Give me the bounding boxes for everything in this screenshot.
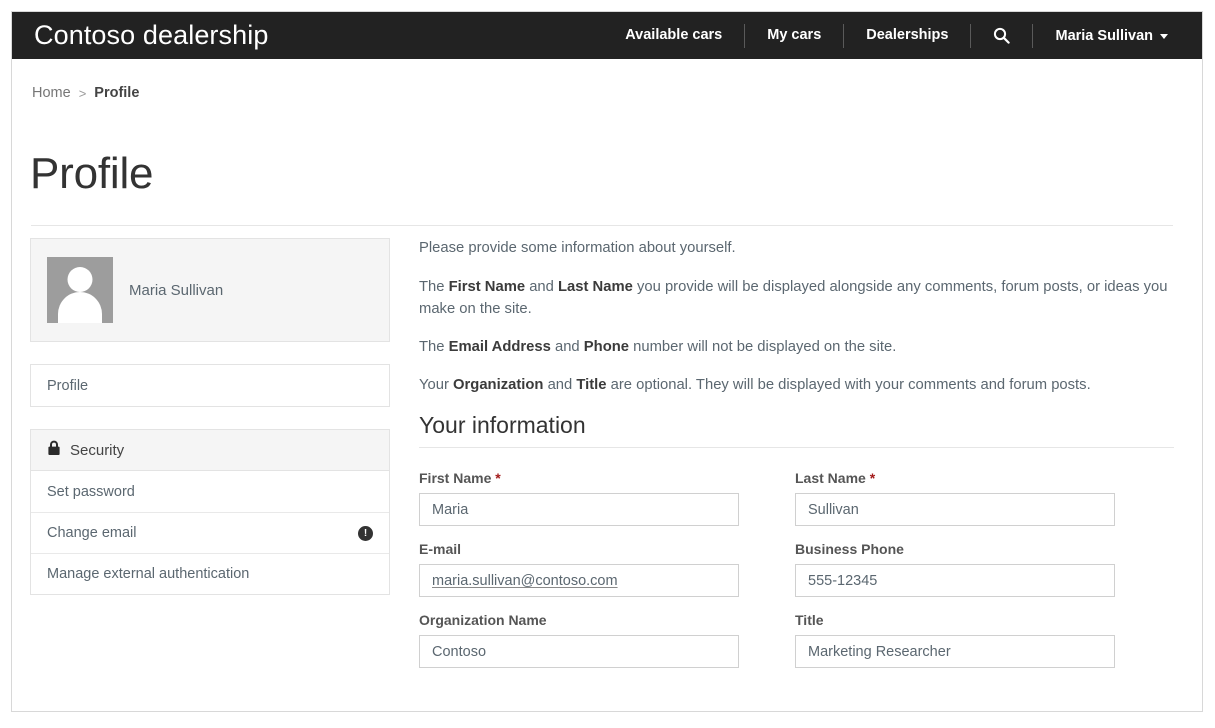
warning-exclamation-icon: ! — [358, 525, 373, 541]
user-menu-label: Maria Sullivan — [1055, 27, 1153, 44]
field-title: Title — [795, 612, 1115, 669]
intro-paragraph-2: The First Name and Last Name you provide… — [419, 277, 1174, 321]
breadcrumb: Home > Profile — [32, 85, 139, 101]
page-frame: Contoso dealership Available cars My car… — [11, 11, 1203, 712]
last-name-input[interactable] — [795, 493, 1115, 527]
navbar-right-group: Available cars My cars Dealerships Maria… — [603, 12, 1184, 59]
field-business-phone: Business Phone — [795, 541, 1115, 598]
organization-name-input[interactable] — [419, 635, 739, 669]
field-last-name: Last Name * — [795, 470, 1115, 527]
intro-p4-bold-organization: Organization — [453, 376, 544, 393]
field-email: E-mail — [419, 541, 739, 598]
intro-p4-part-b: and — [543, 376, 577, 393]
avatar-head-shape — [67, 267, 93, 292]
intro-p3-part-a: The — [419, 338, 449, 355]
breadcrumb-item-profile: Profile — [94, 85, 140, 101]
field-label-text: Organization Name — [419, 612, 547, 629]
required-marker: * — [495, 470, 501, 487]
profile-summary-card: Maria Sullivan — [30, 238, 390, 342]
sidebar-item-manage-external-authentication[interactable]: Manage external authentication — [31, 553, 389, 594]
intro-text-block: Please provide some information about yo… — [419, 238, 1174, 396]
lock-icon — [47, 440, 61, 460]
sidebar-nav-box: Profile — [30, 364, 390, 407]
field-label-email: E-mail — [419, 541, 739, 557]
nav-link-available-cars[interactable]: Available cars — [603, 12, 744, 59]
nav-link-dealerships[interactable]: Dealerships — [844, 12, 970, 59]
field-label-business-phone: Business Phone — [795, 541, 1115, 557]
intro-paragraph-1: Please provide some information about yo… — [419, 240, 736, 256]
intro-p2-part-a: The — [419, 278, 449, 295]
intro-p2-part-b: and — [525, 278, 559, 295]
business-phone-input[interactable] — [795, 564, 1115, 598]
section-heading-your-information: Your information — [419, 412, 1174, 449]
field-label-text: Title — [795, 612, 824, 629]
sidebar-item-label: Set password — [47, 483, 135, 500]
breadcrumb-item-home[interactable]: Home — [32, 85, 71, 101]
top-navigation-bar: Contoso dealership Available cars My car… — [12, 12, 1202, 59]
user-menu-button[interactable]: Maria Sullivan — [1033, 28, 1184, 44]
intro-p2-bold-last-name: Last Name — [558, 278, 633, 295]
page-title-divider — [31, 225, 1173, 226]
intro-p3-bold-email-address: Email Address — [448, 338, 551, 355]
sidebar-item-set-password[interactable]: Set password — [31, 471, 389, 512]
title-input[interactable] — [795, 635, 1115, 669]
main-content: Please provide some information about yo… — [419, 238, 1174, 669]
field-label-text: Business Phone — [795, 541, 904, 558]
field-first-name: First Name * — [419, 470, 739, 527]
first-name-input[interactable] — [419, 493, 739, 527]
sidebar-section-title: Security — [70, 441, 125, 459]
site-brand-title[interactable]: Contoso dealership — [34, 20, 268, 51]
field-label-last-name: Last Name * — [795, 470, 1115, 486]
screenshot-viewport: Contoso dealership Available cars My car… — [0, 0, 1215, 728]
field-label-title: Title — [795, 612, 1115, 628]
intro-p3-part-c: number will not be displayed on the site… — [629, 338, 897, 355]
field-label-first-name: First Name * — [419, 470, 739, 486]
intro-paragraph-3: The Email Address and Phone number will … — [419, 337, 1174, 359]
field-label-text: First Name — [419, 470, 492, 487]
sidebar-section-header-security: Security — [31, 430, 389, 471]
field-organization-name: Organization Name — [419, 612, 739, 669]
sidebar-security-box: Security Set password Change email ! Man… — [30, 429, 390, 595]
sidebar: Maria Sullivan Profile Security Set pass… — [30, 238, 390, 595]
intro-p4-bold-title: Title — [576, 376, 607, 393]
field-label-text: Last Name — [795, 470, 866, 487]
intro-p2-bold-first-name: First Name — [448, 278, 526, 295]
chevron-down-icon — [1160, 34, 1168, 39]
nav-link-my-cars[interactable]: My cars — [745, 12, 843, 59]
user-avatar-placeholder-icon — [47, 257, 113, 323]
email-input[interactable] — [419, 564, 739, 598]
form-column-gap — [739, 541, 795, 597]
search-icon — [993, 27, 1011, 44]
intro-p4-part-a: Your — [419, 376, 454, 393]
sidebar-item-profile[interactable]: Profile — [31, 365, 389, 406]
field-label-text: E-mail — [419, 541, 462, 558]
profile-form: First Name * Last Name * E-mail — [419, 470, 1174, 669]
field-label-organization-name: Organization Name — [419, 612, 739, 628]
avatar-body-shape — [58, 292, 102, 323]
intro-p4-part-c: are optional. They will be displayed wit… — [606, 376, 1091, 393]
form-column-gap — [739, 470, 795, 526]
intro-paragraph-4: Your Organization and Title are optional… — [419, 375, 1174, 397]
sidebar-item-change-email[interactable]: Change email ! — [31, 512, 389, 553]
sidebar-item-label: Change email — [47, 525, 137, 541]
sidebar-item-label: Profile — [47, 377, 89, 394]
breadcrumb-separator: > — [78, 85, 87, 101]
required-marker: * — [869, 470, 876, 487]
intro-p3-bold-phone: Phone — [583, 338, 629, 355]
page-title: Profile — [30, 149, 154, 198]
sidebar-item-label: Manage external authentication — [47, 566, 250, 582]
intro-p3-part-b: and — [550, 338, 584, 355]
profile-card-username: Maria Sullivan — [129, 281, 224, 299]
form-column-gap — [739, 612, 795, 668]
search-button[interactable] — [971, 27, 1032, 44]
